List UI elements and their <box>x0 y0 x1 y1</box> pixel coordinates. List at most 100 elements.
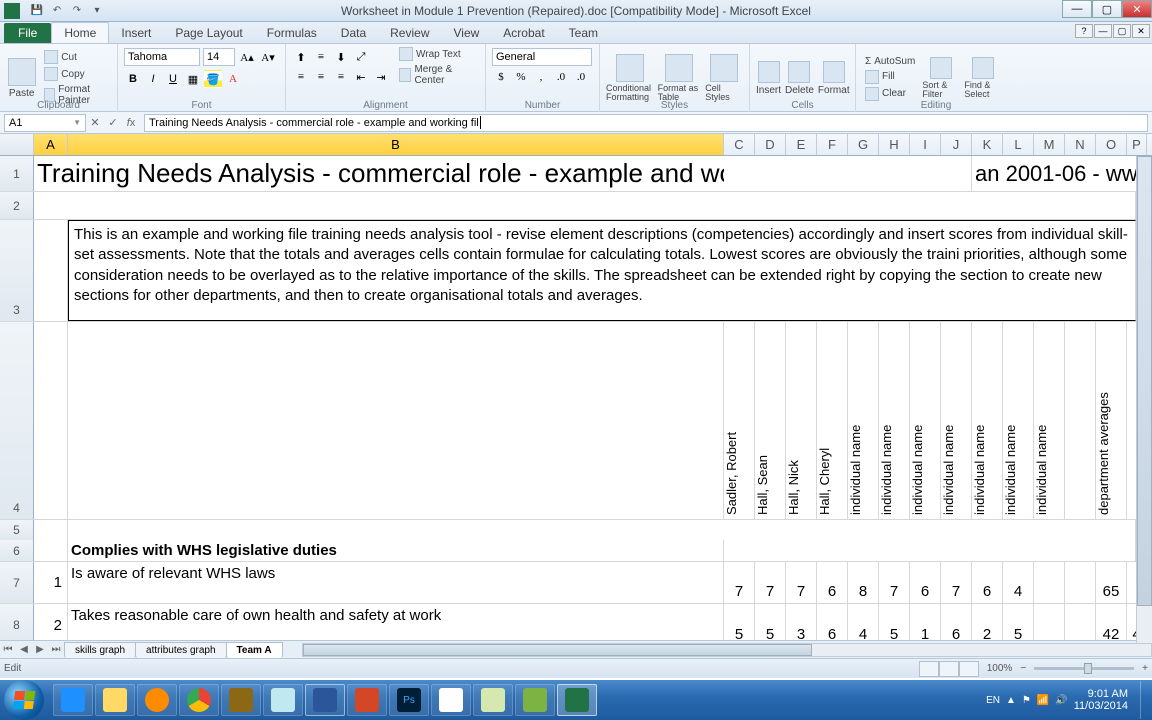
decrease-font-icon[interactable]: A▾ <box>259 48 277 66</box>
cell-b4[interactable] <box>68 322 724 519</box>
currency-icon[interactable]: $ <box>492 68 510 86</box>
hscroll-thumb[interactable] <box>303 644 812 656</box>
col-header-d[interactable]: D <box>755 134 786 155</box>
col-header-p[interactable]: P <box>1127 134 1147 155</box>
show-desktop-button[interactable] <box>1140 681 1148 719</box>
cell-i7[interactable]: 6 <box>910 562 941 603</box>
zoom-slider[interactable] <box>1034 667 1134 670</box>
col-header-i[interactable]: I <box>910 134 941 155</box>
fill-button[interactable]: Fill <box>862 69 918 85</box>
minimize-button[interactable]: — <box>1062 0 1092 18</box>
cell-j8[interactable]: 6 <box>941 604 972 640</box>
task-app1[interactable] <box>221 684 261 716</box>
number-format-select[interactable]: General <box>492 48 592 66</box>
fx-icon[interactable]: fx <box>122 114 140 132</box>
col-header-e[interactable]: E <box>786 134 817 155</box>
view-normal-icon[interactable] <box>919 661 939 677</box>
row-header-6[interactable]: 6 <box>0 540 34 561</box>
workbook-minimize[interactable]: — <box>1094 24 1112 38</box>
row-header-7[interactable]: 7 <box>0 562 34 603</box>
wrap-text-button[interactable]: Wrap Text <box>396 46 479 62</box>
font-size-select[interactable]: 14 <box>203 48 235 66</box>
task-excel[interactable] <box>557 684 597 716</box>
col-header-j[interactable]: J <box>941 134 972 155</box>
qat-save-icon[interactable]: 💾 <box>28 2 46 20</box>
font-color-button[interactable]: A <box>224 70 242 88</box>
cell-j7[interactable]: 7 <box>941 562 972 603</box>
sheet-tab-team-a[interactable]: Team A <box>226 642 283 658</box>
name-box[interactable]: A1▼ <box>4 114 86 132</box>
cell-a3[interactable] <box>34 220 68 321</box>
zoom-thumb[interactable] <box>1084 663 1092 674</box>
fill-color-button[interactable]: 🪣 <box>204 70 222 88</box>
cell-b6-section[interactable]: Complies with WHS legislative duties <box>68 540 724 561</box>
sheet-tab-skills-graph[interactable]: skills graph <box>64 642 136 658</box>
tray-flag-icon[interactable]: ⚑ <box>1022 695 1031 706</box>
cell-e7[interactable]: 7 <box>786 562 817 603</box>
cell-m4[interactable]: individual name <box>1034 322 1065 519</box>
tab-acrobat[interactable]: Acrobat <box>491 23 556 43</box>
cell-a1[interactable]: Training Needs Analysis - commercial rol… <box>34 156 724 191</box>
align-middle-icon[interactable]: ≡ <box>312 48 330 66</box>
font-name-select[interactable]: Tahoma <box>124 48 200 66</box>
italic-button[interactable]: I <box>144 70 162 88</box>
row-header-3[interactable]: 3 <box>0 220 34 321</box>
col-header-m[interactable]: M <box>1034 134 1065 155</box>
enter-formula-icon[interactable]: ✓ <box>104 114 122 132</box>
workbook-restore[interactable]: ▢ <box>1113 24 1131 38</box>
task-snag[interactable] <box>473 684 513 716</box>
cell-a8[interactable]: 2 <box>34 604 68 640</box>
cell-b5[interactable] <box>68 520 724 540</box>
view-page-break-icon[interactable] <box>959 661 979 677</box>
cell-m7[interactable] <box>1034 562 1065 603</box>
cell-h4[interactable]: individual name <box>879 322 910 519</box>
cell-d8[interactable]: 5 <box>755 604 786 640</box>
row-header-1[interactable]: 1 <box>0 156 34 191</box>
align-left-icon[interactable]: ≡ <box>292 68 310 86</box>
cut-button[interactable]: Cut <box>41 49 111 65</box>
cell-m8[interactable] <box>1034 604 1065 640</box>
increase-decimal-icon[interactable]: .0 <box>552 68 570 86</box>
maximize-button[interactable]: ▢ <box>1092 0 1122 18</box>
file-tab[interactable]: File <box>4 23 51 43</box>
cell-i4[interactable]: individual name <box>910 322 941 519</box>
cell-a6[interactable] <box>34 540 68 561</box>
qat-customize-icon[interactable]: ▾ <box>88 2 106 20</box>
cell-a5[interactable] <box>34 520 68 540</box>
cell-d7[interactable]: 7 <box>755 562 786 603</box>
cell-right-overflow[interactable]: an 2001-06 - www.b <box>972 156 1142 191</box>
col-header-a[interactable]: A <box>34 134 68 155</box>
select-all-button[interactable] <box>0 134 34 155</box>
task-powerpoint[interactable] <box>347 684 387 716</box>
col-header-b[interactable]: B <box>68 134 724 155</box>
cell-g4[interactable]: individual name <box>848 322 879 519</box>
tray-clock[interactable]: 9:01 AM 11/03/2014 <box>1074 688 1134 712</box>
cell-a4[interactable] <box>34 322 68 519</box>
formula-input[interactable]: Training Needs Analysis - commercial rol… <box>144 114 1148 132</box>
task-explorer[interactable] <box>95 684 135 716</box>
tray-up-icon[interactable]: ▲ <box>1006 695 1016 706</box>
col-header-g[interactable]: G <box>848 134 879 155</box>
cell-g8[interactable]: 4 <box>848 604 879 640</box>
copy-button[interactable]: Copy <box>41 66 111 82</box>
task-recycle[interactable] <box>263 684 303 716</box>
col-header-l[interactable]: L <box>1003 134 1034 155</box>
align-center-icon[interactable]: ≡ <box>312 68 330 86</box>
cell-e4[interactable]: Hall, Nick <box>786 322 817 519</box>
comma-icon[interactable]: , <box>532 68 550 86</box>
name-box-dropdown-icon[interactable]: ▼ <box>73 115 81 131</box>
tab-formulas[interactable]: Formulas <box>255 23 329 43</box>
task-chrome[interactable] <box>179 684 219 716</box>
cell-c8[interactable]: 5 <box>724 604 755 640</box>
task-app2[interactable] <box>431 684 471 716</box>
cell-l8[interactable]: 5 <box>1003 604 1034 640</box>
merge-center-button[interactable]: Merge & Center <box>396 63 479 87</box>
row-header-2[interactable]: 2 <box>0 192 34 219</box>
decrease-indent-icon[interactable]: ⇤ <box>352 68 370 86</box>
decrease-decimal-icon[interactable]: .0 <box>572 68 590 86</box>
col-header-c[interactable]: C <box>724 134 755 155</box>
align-top-icon[interactable]: ⬆ <box>292 48 310 66</box>
vertical-scrollbar[interactable] <box>1136 156 1152 656</box>
qat-undo-icon[interactable]: ↶ <box>48 2 66 20</box>
cell-a7[interactable]: 1 <box>34 562 68 603</box>
